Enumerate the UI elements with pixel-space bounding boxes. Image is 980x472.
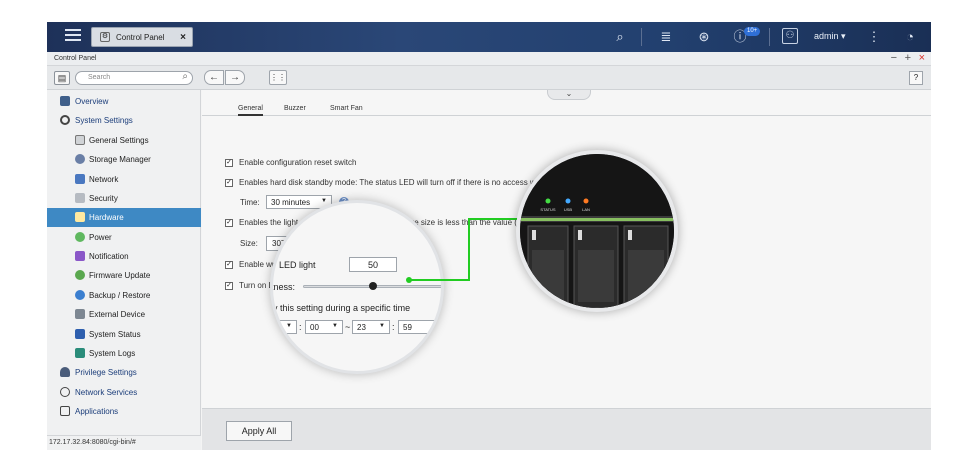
- led-label-status: STATUS: [540, 207, 556, 212]
- nas-led-photo: STATUS USB LAN: [516, 150, 678, 312]
- nas-front-panel-image: STATUS USB LAN: [520, 154, 674, 308]
- callout-connector: [406, 216, 526, 283]
- led-label-lan: LAN: [582, 207, 590, 212]
- led-label-usb: USB: [564, 207, 573, 212]
